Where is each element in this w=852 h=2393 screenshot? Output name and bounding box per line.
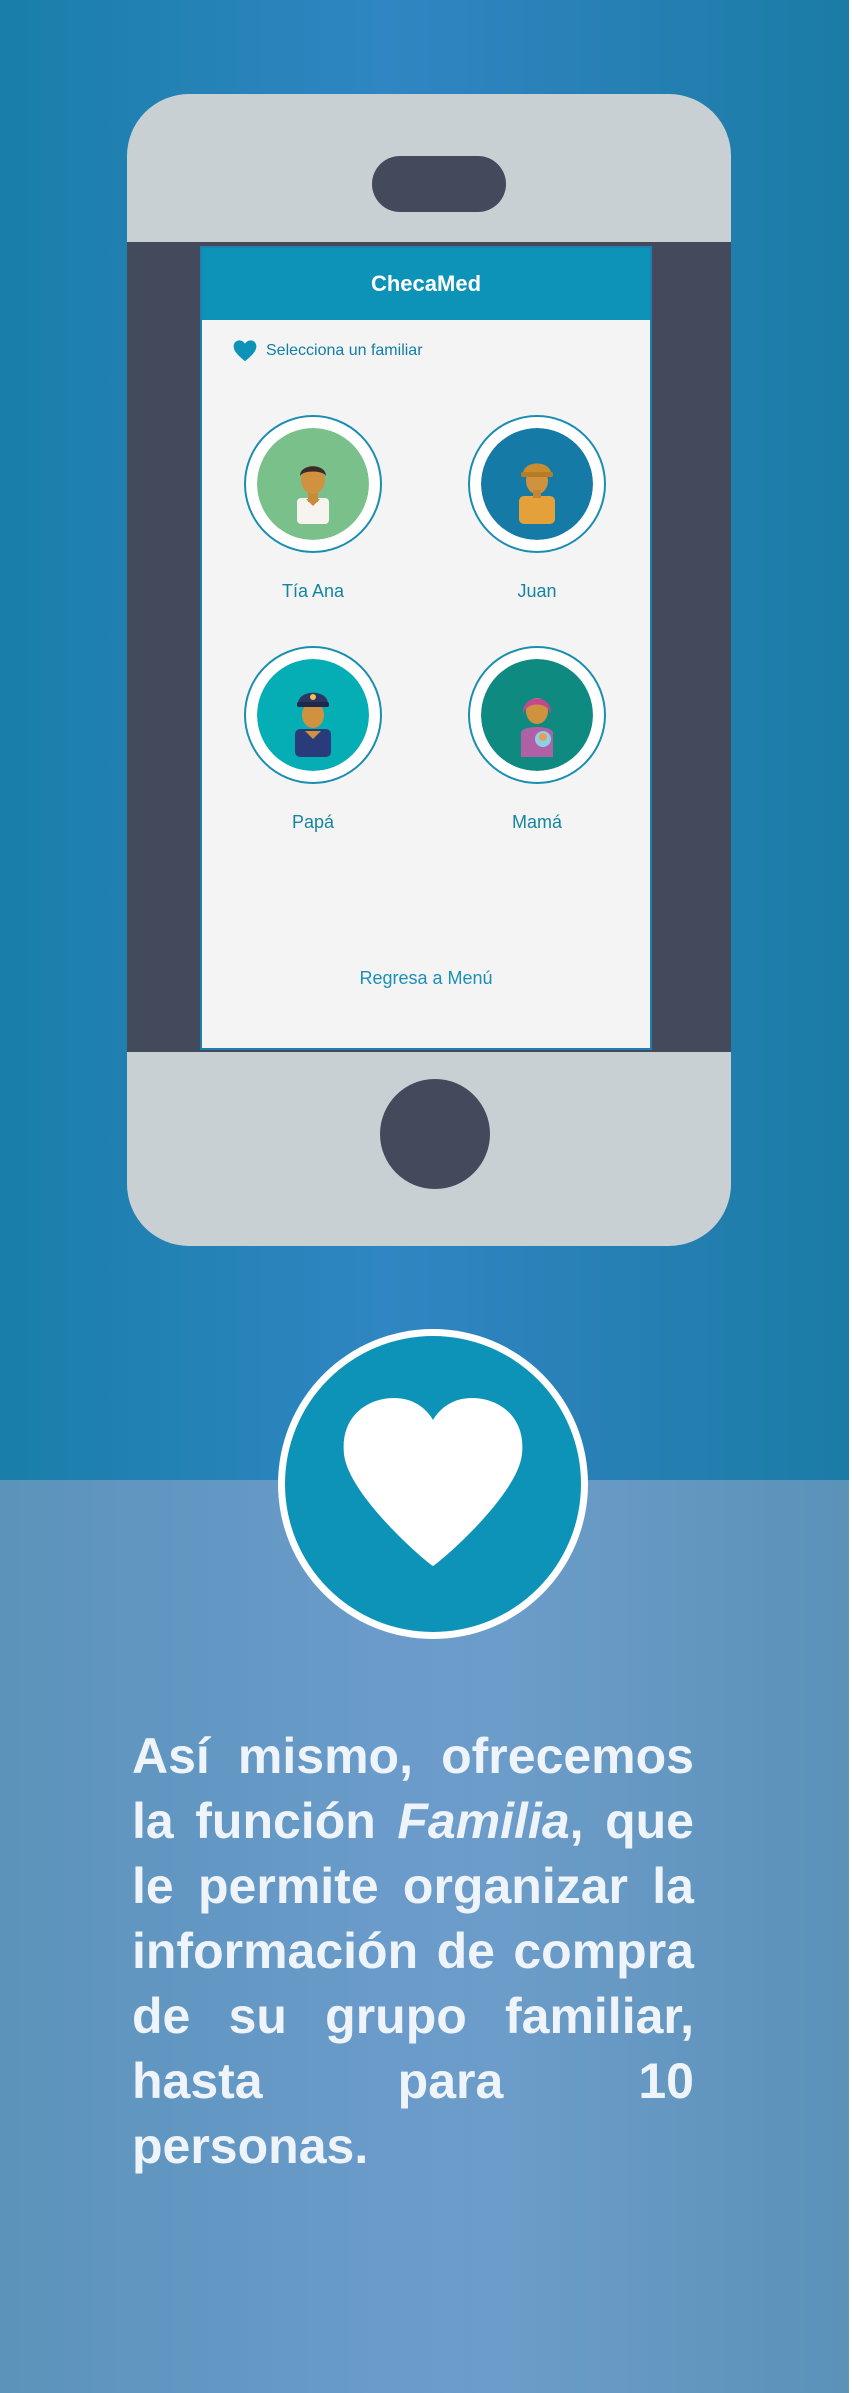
family-member-papa[interactable]: Papá	[223, 646, 403, 833]
member-avatar	[481, 428, 593, 540]
heart-badge	[278, 1329, 588, 1639]
back-to-menu-link[interactable]: Regresa a Menú	[202, 968, 650, 989]
worker-avatar-icon	[481, 428, 593, 540]
heart-badge-inner	[285, 1336, 581, 1632]
app-title: ChecaMed	[370, 271, 482, 296]
police-avatar-icon	[257, 659, 369, 771]
description-paragraph: Así mismo, ofrecemos la función Familia,…	[132, 1724, 694, 2179]
phone-speaker	[372, 156, 506, 212]
member-name[interactable]: Papá	[223, 812, 403, 833]
description-emphasis: Familia	[397, 1793, 570, 1849]
member-name[interactable]: Tía Ana	[223, 581, 403, 602]
app-screen: ChecaMed Selecciona un familiar Tía Ana …	[200, 246, 652, 1050]
description-text-part2: , que le permite organizar la informació…	[132, 1793, 694, 2174]
subheader: Selecciona un familiar	[232, 336, 423, 366]
app-header: ChecaMed	[202, 248, 650, 320]
person-avatar-icon	[257, 428, 369, 540]
member-avatar	[481, 659, 593, 771]
heart-icon	[343, 1398, 523, 1566]
phone-illustration: ChecaMed Selecciona un familiar Tía Ana …	[127, 94, 731, 1246]
member-avatar	[257, 428, 369, 540]
phone-home-button	[380, 1079, 490, 1189]
heart-icon	[233, 340, 257, 362]
family-member-mama[interactable]: Mamá	[447, 646, 627, 833]
member-name[interactable]: Mamá	[447, 812, 627, 833]
member-avatar-ring[interactable]	[244, 415, 382, 553]
family-member-juan[interactable]: Juan	[447, 415, 627, 602]
member-avatar-ring[interactable]	[468, 415, 606, 553]
member-avatar	[257, 659, 369, 771]
subheader-text: Selecciona un familiar	[266, 342, 423, 359]
mother-baby-avatar-icon	[481, 659, 593, 771]
member-name[interactable]: Juan	[447, 581, 627, 602]
family-member-tia-ana[interactable]: Tía Ana	[223, 415, 403, 602]
member-avatar-ring[interactable]	[244, 646, 382, 784]
member-avatar-ring[interactable]	[468, 646, 606, 784]
